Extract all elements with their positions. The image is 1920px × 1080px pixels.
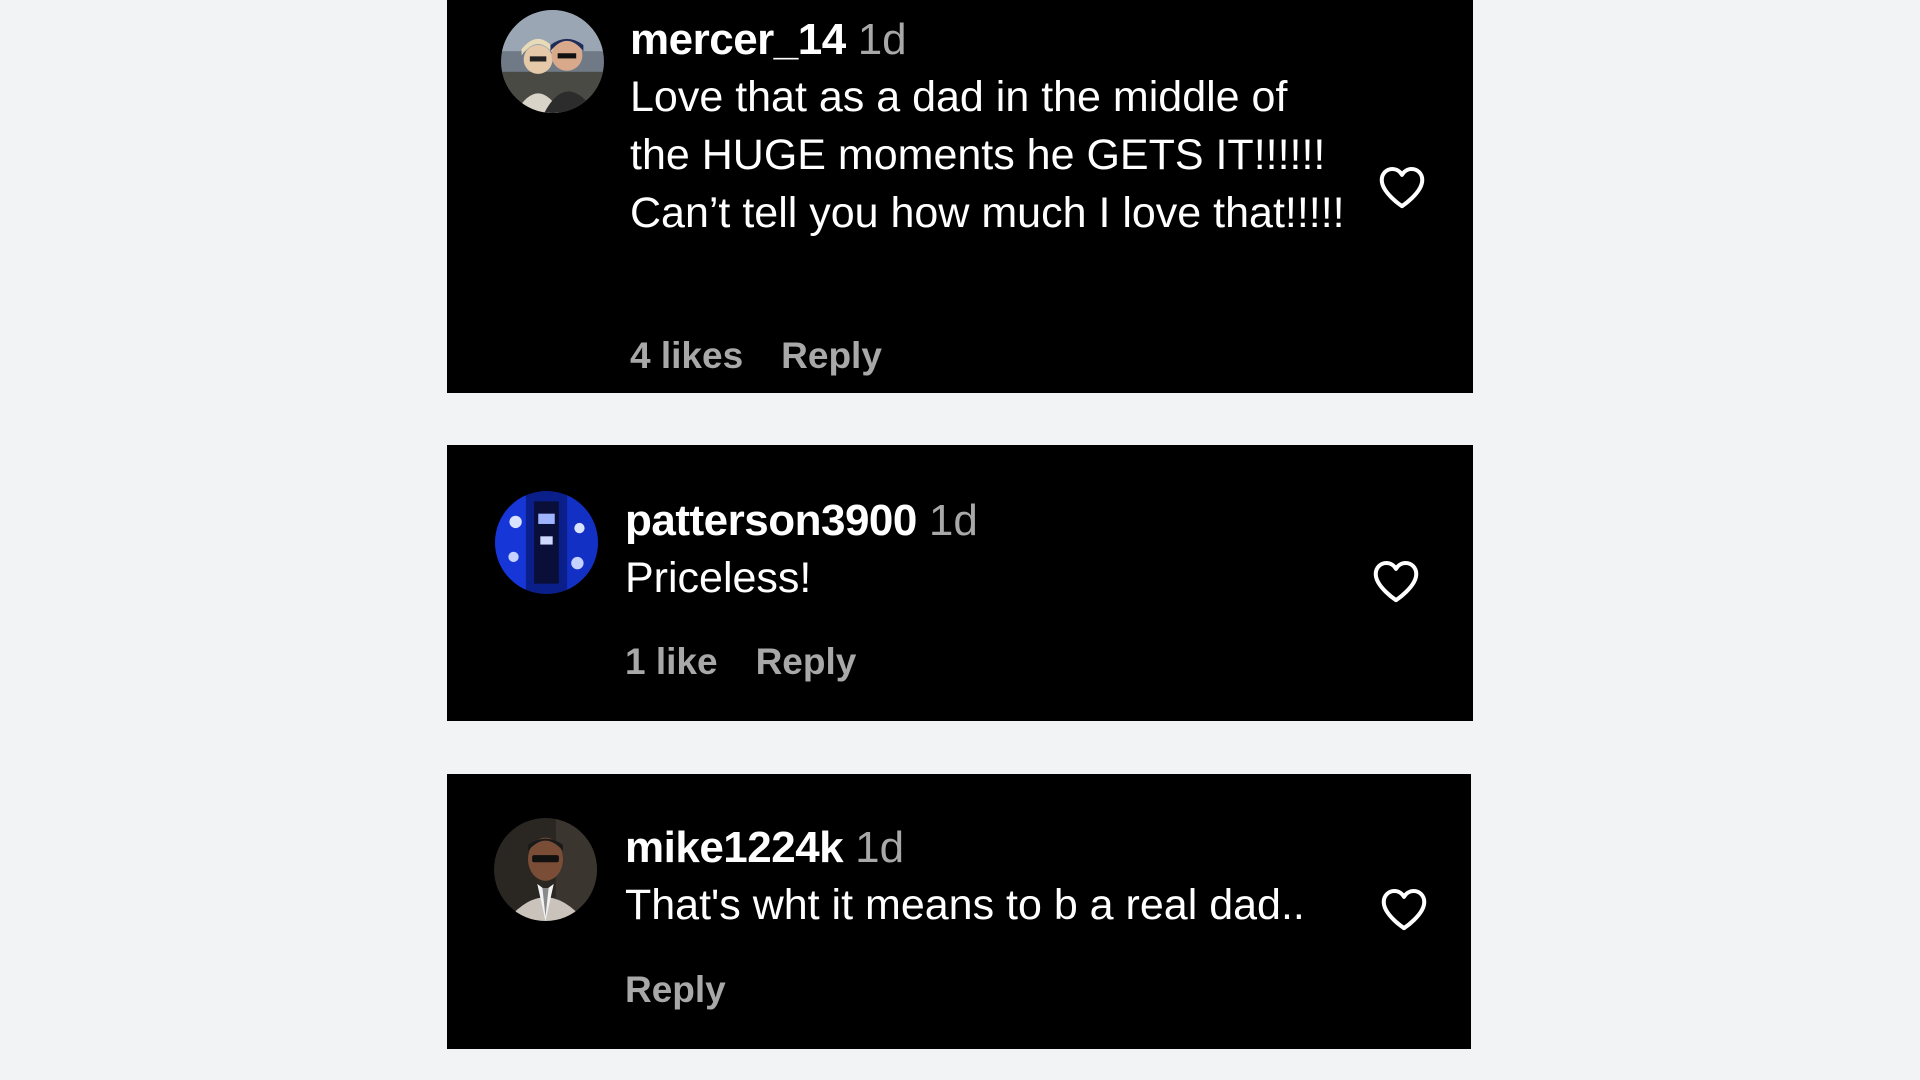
avatar[interactable] [501, 10, 604, 113]
comment-text: That's wht it means to b a real dad.. [625, 881, 1305, 929]
reply-button[interactable]: Reply [781, 334, 882, 378]
likes-count[interactable]: 4 likes [630, 334, 743, 378]
comment-actions: 4 likes Reply [630, 334, 882, 378]
comment-text: Love that as a dad in the middle of the … [630, 73, 1345, 237]
comment-actions: 1 like Reply [625, 640, 856, 684]
comment-time: 1d [857, 15, 907, 64]
comment-header: mercer_14 1d [630, 14, 1350, 66]
comment-body: mercer_14 1d Love that as a dad in the mi… [630, 14, 1350, 242]
avatar[interactable] [494, 818, 597, 921]
username[interactable]: patterson3900 [625, 496, 917, 545]
user-photo-icon [494, 818, 597, 921]
comment-header: mike1224k 1d [625, 822, 1365, 874]
comment-body: patterson3900 1d Priceless! [625, 495, 1345, 607]
avatar[interactable] [495, 491, 598, 594]
username[interactable]: mercer_14 [630, 15, 846, 64]
comment-card: mercer_14 1d Love that as a dad in the mi… [447, 0, 1473, 393]
heart-outline-icon[interactable] [1375, 160, 1429, 214]
comment-card: patterson3900 1d Priceless! 1 like Reply [447, 445, 1473, 721]
username[interactable]: mike1224k [625, 823, 844, 872]
comment-time: 1d [855, 823, 905, 872]
reply-button[interactable]: Reply [625, 968, 726, 1012]
comment-text: Priceless! [625, 554, 812, 602]
heart-outline-icon[interactable] [1369, 554, 1423, 608]
comments-feed: mercer_14 1d Love that as a dad in the mi… [0, 0, 1920, 1080]
reply-button[interactable]: Reply [756, 640, 857, 684]
comment-body: mike1224k 1d That's wht it means to b a r… [625, 822, 1365, 934]
heart-outline-icon[interactable] [1377, 882, 1431, 936]
comment-time: 1d [928, 496, 978, 545]
comment-actions: Reply [625, 968, 726, 1012]
comment-header: patterson3900 1d [625, 495, 1345, 547]
likes-count[interactable]: 1 like [625, 640, 718, 684]
comment-card: mike1224k 1d That's wht it means to b a r… [447, 774, 1471, 1049]
user-photo-icon [501, 10, 604, 113]
user-photo-icon [495, 491, 598, 594]
